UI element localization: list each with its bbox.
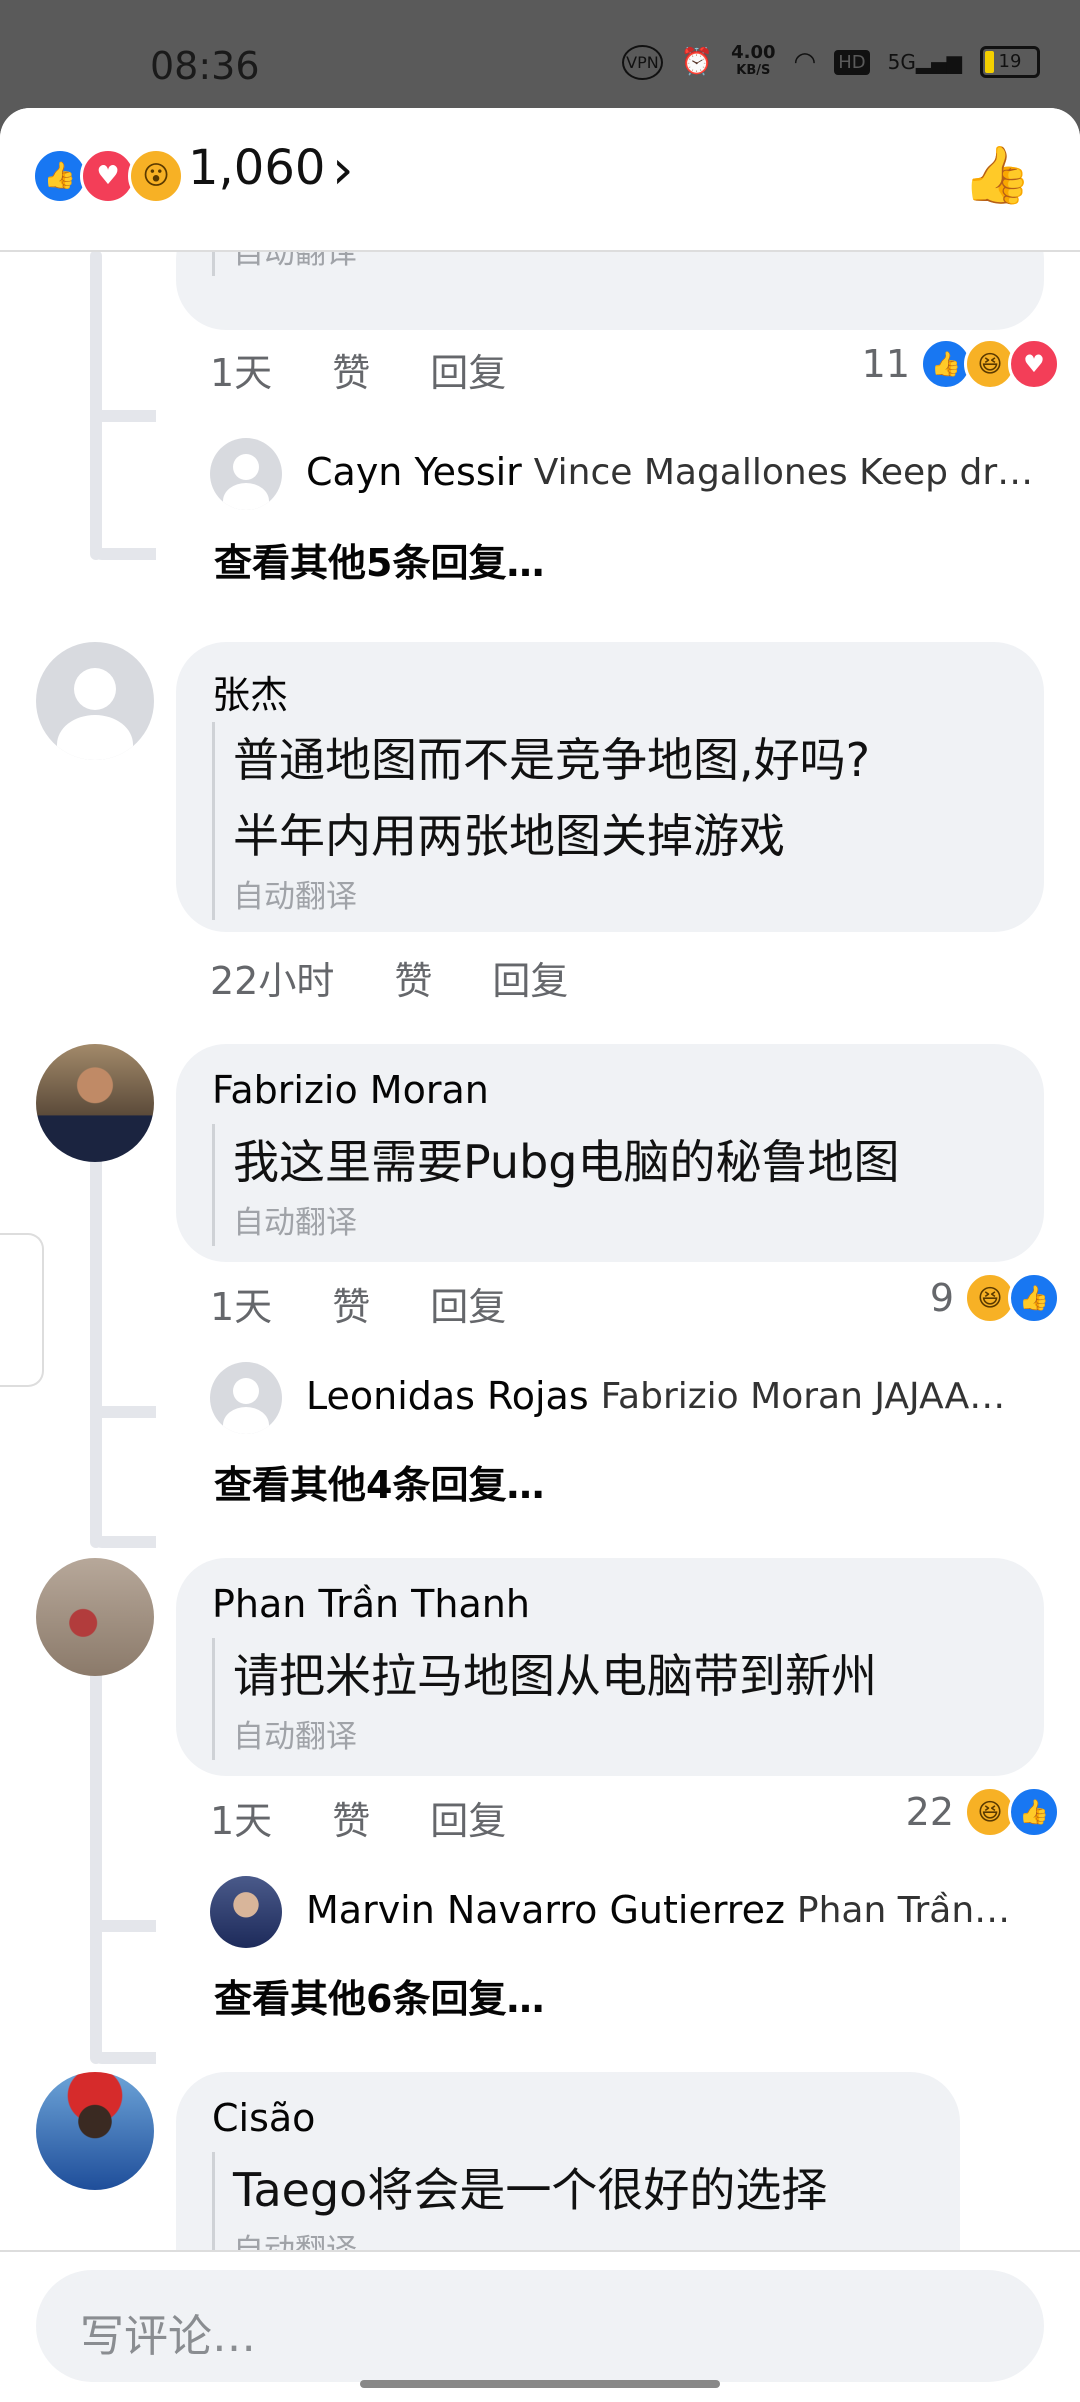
translate-label[interactable]: 自动翻译: [233, 1714, 877, 1760]
like-reaction-icon: 👍: [1008, 1272, 1060, 1324]
comments-sheet: 👍 ♥ 😮 1,060 › 👍 自动翻译 1天 赞 回复 11 👍 😆 ♥ Ca…: [0, 108, 1080, 2400]
comment-meta: 1天 赞 回复: [210, 342, 566, 397]
reply-text: Fabrizio Moran JAJAA…: [600, 1375, 1006, 1417]
comment-meta: 1天 赞 回复: [210, 1276, 566, 1331]
alarm-icon: ⏰: [680, 47, 714, 77]
reply-author[interactable]: Leonidas Rojas: [306, 1374, 589, 1418]
like-link[interactable]: 赞: [332, 1790, 370, 1845]
comment-meta: 22小时 赞 回复: [210, 950, 628, 1005]
like-reaction-icon: 👍: [1008, 1786, 1060, 1838]
comment-time: 1天: [210, 1799, 273, 1843]
comment-text-line: 普通地图而不是竞争地图,好吗?: [233, 733, 871, 787]
status-icons: VPN ⏰ 4.00 KB/S ◠ HD 5G▂▄▆ 19: [622, 44, 1040, 80]
chevron-right-icon[interactable]: ›: [332, 138, 354, 201]
thread-branch: [90, 1920, 156, 1932]
reply-author[interactable]: Cayn Yessir: [306, 450, 522, 494]
avatar[interactable]: [210, 1362, 282, 1434]
thread-line: [90, 1634, 102, 2064]
comment-text-line: 半年内用两张地图关掉游戏: [233, 809, 785, 863]
comment-reactions[interactable]: 22 😆 👍: [905, 1786, 1060, 1838]
reply-preview[interactable]: Marvin Navarro Gutierrez Phan Trần…: [306, 1888, 1010, 1932]
comment-reactions[interactable]: 9 😆 👍: [929, 1272, 1060, 1324]
side-handle[interactable]: [0, 1233, 44, 1387]
comment-bubble: 自动翻译: [176, 250, 1044, 330]
battery-icon: 19: [980, 46, 1040, 78]
comment-list: 自动翻译 1天 赞 回复 11 👍 😆 ♥ Cayn Yessir Vince …: [0, 250, 1080, 2350]
reaction-icons[interactable]: 👍 ♥ 😮: [32, 148, 184, 204]
reply-preview[interactable]: Leonidas Rojas Fabrizio Moran JAJAA…: [306, 1374, 1005, 1418]
reactions-header: 👍 ♥ 😮 1,060 › 👍: [0, 108, 1080, 252]
comment-meta: 1天 赞 回复: [210, 1790, 566, 1845]
translate-label[interactable]: 自动翻译: [233, 874, 870, 920]
reply-link[interactable]: 回复: [492, 950, 568, 1005]
like-button[interactable]: 👍: [962, 142, 1032, 208]
battery-level: 19: [998, 51, 1022, 72]
comment-text-line: 请把米拉马地图从电脑带到新州: [233, 1649, 877, 1703]
comment-bubble: Fabrizio Moran 我这里需要Pubg电脑的秘鲁地图 自动翻译: [176, 1044, 1044, 1262]
thread-line: [90, 1120, 102, 1548]
translate-label[interactable]: 自动翻译: [233, 250, 357, 276]
reaction-count[interactable]: 1,060: [188, 140, 325, 196]
comment-text-line: Taego将会是一个很好的选择: [233, 2163, 828, 2217]
view-more-replies[interactable]: 查看其他4条回复…: [214, 1454, 544, 1509]
like-link[interactable]: 赞: [332, 342, 370, 397]
reply-link[interactable]: 回复: [430, 1276, 506, 1331]
comment-reaction-count: 9: [929, 1276, 954, 1320]
status-bar: 08:36 VPN ⏰ 4.00 KB/S ◠ HD 5G▂▄▆ 19: [0, 0, 1080, 108]
home-indicator[interactable]: [360, 2380, 720, 2388]
comment-bubble: 张杰 普通地图而不是竞争地图,好吗? 半年内用两张地图关掉游戏 自动翻译: [176, 642, 1044, 932]
love-reaction-icon: ♥: [1008, 338, 1060, 390]
comment-author[interactable]: Cisão: [212, 2096, 315, 2140]
thread-branch: [90, 410, 156, 422]
reply-author[interactable]: Marvin Navarro Gutierrez: [306, 1888, 785, 1932]
view-more-replies[interactable]: 查看其他6条回复…: [214, 1968, 544, 2023]
view-more-replies[interactable]: 查看其他5条回复…: [214, 532, 544, 587]
speed-value: 4.00: [731, 42, 776, 63]
wow-reaction-icon: 😮: [128, 148, 184, 204]
signal-icon: 5G▂▄▆: [887, 50, 962, 74]
avatar[interactable]: [36, 2072, 154, 2190]
comment-author[interactable]: Phan Trần Thanh: [212, 1582, 530, 1626]
network-speed: 4.00 KB/S: [731, 44, 775, 80]
comment-reaction-count: 22: [905, 1790, 954, 1834]
comment-bubble: Phan Trần Thanh 请把米拉马地图从电脑带到新州 自动翻译: [176, 1558, 1044, 1776]
comment-time: 1天: [210, 351, 273, 395]
comment-time: 22小时: [210, 959, 335, 1003]
reply-link[interactable]: 回复: [430, 342, 506, 397]
reply-text: Phan Trần…: [796, 1889, 1011, 1931]
like-link[interactable]: 赞: [394, 950, 432, 1005]
translate-label[interactable]: 自动翻译: [233, 1200, 899, 1246]
speed-unit: KB/S: [736, 63, 771, 78]
wifi-icon: ◠: [793, 47, 817, 77]
like-link[interactable]: 赞: [332, 1276, 370, 1331]
avatar[interactable]: [210, 438, 282, 510]
reply-preview[interactable]: Cayn Yessir Vince Magallones Keep dr…: [306, 450, 1033, 494]
comment-text-line: 我这里需要Pubg电脑的秘鲁地图: [233, 1135, 900, 1189]
comment-author[interactable]: Fabrizio Moran: [212, 1068, 489, 1112]
thread-branch: [90, 1406, 156, 1418]
thread-line: [90, 250, 102, 560]
thread-branch: [90, 548, 156, 560]
reply-link[interactable]: 回复: [430, 1790, 506, 1845]
comment-input-placeholder: 写评论…: [80, 2311, 256, 2362]
hd-icon: HD: [834, 49, 870, 75]
comment-reaction-count: 11: [861, 342, 910, 386]
avatar[interactable]: [210, 1876, 282, 1948]
comment-reactions[interactable]: 11 👍 😆 ♥: [861, 338, 1060, 390]
comment-time: 1天: [210, 1285, 273, 1329]
thread-branch: [90, 1536, 156, 1548]
comment-author[interactable]: 张杰: [212, 664, 288, 719]
vpn-icon: VPN: [622, 44, 663, 80]
reply-text: Vince Magallones Keep dr…: [533, 451, 1034, 493]
avatar[interactable]: [36, 1044, 154, 1162]
network-type: 5G: [887, 50, 916, 74]
thread-branch: [90, 2052, 156, 2064]
comment-input[interactable]: 写评论…: [36, 2270, 1044, 2382]
avatar[interactable]: [36, 1558, 154, 1676]
avatar[interactable]: [36, 642, 154, 760]
status-time: 08:36: [150, 44, 260, 88]
